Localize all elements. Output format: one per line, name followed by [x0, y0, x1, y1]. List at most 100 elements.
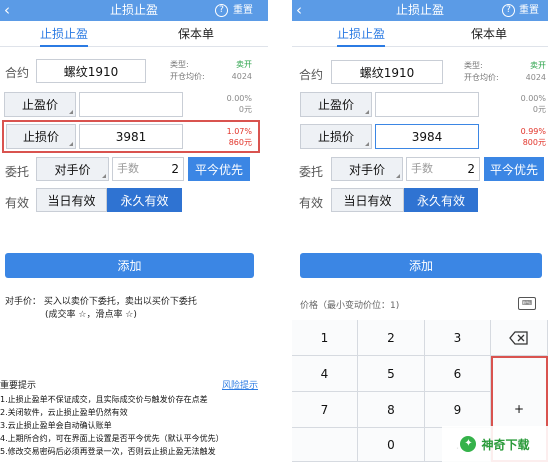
take-profit-label: 止盈价	[21, 98, 58, 112]
keyboard-icon[interactable]: ⌨	[518, 297, 536, 310]
contract-label: 合约	[5, 66, 30, 80]
key-7[interactable]: 7	[292, 392, 358, 428]
watermark-logo-icon: ✦	[460, 436, 477, 452]
take-profit-value	[80, 93, 182, 116]
quantity-value: 2	[171, 162, 179, 176]
quantity-input[interactable]: 手数 2	[406, 157, 480, 181]
entrust-price-label: 对手价	[348, 162, 385, 177]
type-label: 类型:	[464, 61, 483, 70]
quantity-placeholder: 手数	[411, 162, 433, 175]
tab-bar: 止损止盈 保本单	[292, 21, 548, 47]
valid-label: 有效	[299, 196, 324, 210]
type-label: 类型:	[170, 60, 189, 69]
stop-loss-amt: 860元	[228, 138, 252, 147]
stop-loss-button[interactable]: 止损价	[6, 124, 76, 149]
entrust-price-label: 对手价	[54, 162, 91, 177]
help-icon[interactable]: ?	[215, 4, 228, 17]
nav-bar: ‹ 止损止盈 ? 重置	[292, 0, 548, 21]
risk-tips-link[interactable]: 风险提示	[222, 380, 258, 392]
corner-indicator-icon	[69, 110, 73, 114]
type-value: 卖开	[530, 61, 546, 70]
tab-stop-loss-profit[interactable]: 止损止盈	[337, 21, 386, 47]
take-profit-amt: 0元	[238, 105, 252, 114]
contract-field[interactable]: 螺纹1910	[36, 59, 146, 83]
entrust-price-button[interactable]: 对手价	[331, 157, 403, 181]
corner-indicator-icon	[102, 174, 106, 178]
corner-indicator-icon	[396, 174, 400, 178]
key-blank[interactable]	[292, 428, 358, 462]
corner-indicator-icon	[69, 142, 73, 146]
right-screen: ‹ 止损止盈 ? 重置 止损止盈 保本单 合约 螺纹1910 类型: 开仓均价:…	[292, 0, 548, 462]
valid-forever-button[interactable]: 永久有效	[404, 188, 478, 212]
key-0[interactable]: 0	[358, 428, 425, 462]
rule-item: 1.止损止盈单不保证成交，且实际成交价与触发价存在点差	[0, 395, 208, 404]
contract-field[interactable]: 螺纹1910	[331, 60, 443, 84]
tab-stop-loss-profit[interactable]: 止损止盈	[40, 21, 89, 47]
take-profit-pct: 0.00%	[226, 94, 252, 103]
take-profit-button[interactable]: 止盈价	[4, 92, 76, 117]
stop-loss-button[interactable]: 止损价	[300, 124, 372, 149]
reset-button[interactable]: 重置	[519, 0, 539, 21]
open-avg-label: 开仓均价:	[464, 73, 499, 82]
quantity-placeholder: 手数	[117, 162, 139, 175]
tab-breakeven[interactable]: 保本单	[471, 21, 507, 47]
stop-loss-pct: 0.99%	[520, 127, 546, 136]
open-avg-value: 4024	[525, 73, 546, 82]
stop-loss-amt: 800元	[522, 138, 546, 147]
help-icon[interactable]: ?	[502, 4, 515, 17]
backspace-icon	[509, 330, 528, 345]
stop-loss-input[interactable]: 3981	[79, 124, 183, 149]
key-9[interactable]: 9	[425, 392, 491, 428]
take-profit-pct: 0.00%	[520, 94, 546, 103]
take-profit-input[interactable]	[375, 92, 479, 117]
backspace-key[interactable]	[491, 320, 548, 356]
entrust-label: 委托	[299, 165, 324, 179]
stop-loss-label: 止损价	[22, 130, 59, 144]
keypad-hint: 价格（最小变动价位：1)	[300, 301, 400, 311]
stop-loss-value: 3984	[411, 129, 443, 144]
key-1[interactable]: 1	[292, 320, 358, 356]
key-4[interactable]: 4	[292, 356, 358, 392]
corner-indicator-icon	[365, 142, 369, 146]
take-profit-input[interactable]	[79, 92, 183, 117]
entrust-price-button[interactable]: 对手价	[36, 157, 109, 181]
open-avg-value: 4024	[231, 72, 252, 81]
entrust-label: 委托	[5, 165, 30, 179]
tab-breakeven[interactable]: 保本单	[178, 21, 214, 47]
tab-bar: 止损止盈 保本单	[0, 21, 268, 47]
contract-label: 合约	[299, 68, 324, 82]
close-today-priority-button[interactable]: 平今优先	[484, 157, 544, 181]
valid-forever-button[interactable]: 永久有效	[107, 188, 182, 212]
key-2[interactable]: 2	[358, 320, 425, 356]
left-screen: ‹ 止损止盈 ? 重置 止损止盈 保本单 合约 螺纹1910 类型: 开仓均价:…	[0, 0, 268, 462]
take-profit-amt: 0元	[532, 105, 546, 114]
valid-label: 有效	[5, 196, 30, 210]
stop-loss-input[interactable]: 3984	[375, 124, 479, 149]
rule-item: 3.云止损止盈单会自动确认账单	[0, 421, 112, 430]
key-3[interactable]: 3	[425, 320, 491, 356]
add-button[interactable]: 添加	[5, 253, 254, 278]
nav-bar: ‹ 止损止盈 ? 重置	[0, 0, 268, 21]
open-avg-label: 开仓均价:	[170, 72, 205, 81]
valid-today-button[interactable]: 当日有效	[36, 188, 107, 212]
reset-button[interactable]: 重置	[233, 0, 253, 21]
key-5[interactable]: 5	[358, 356, 425, 392]
quantity-value: 2	[467, 162, 475, 176]
take-profit-button[interactable]: 止盈价	[300, 92, 372, 117]
rule-item: 2.关闭软件，云止损止盈单仍然有效	[0, 408, 128, 417]
key-6[interactable]: 6	[425, 356, 491, 392]
watermark: ✦ 神奇下载	[442, 426, 548, 462]
key-8[interactable]: 8	[358, 392, 425, 428]
rule-item: 4.上期所合约，可在界面上设置是否平今优先（默认平今优先）	[0, 434, 224, 443]
stop-loss-value: 3981	[115, 129, 147, 144]
stop-loss-pct: 1.07%	[226, 127, 252, 136]
contract-value: 螺纹1910	[359, 65, 415, 80]
valid-today-button[interactable]: 当日有效	[331, 188, 404, 212]
contract-value: 螺纹1910	[63, 64, 119, 79]
stop-loss-label: 止损价	[317, 130, 354, 144]
corner-indicator-icon	[365, 110, 369, 114]
add-button[interactable]: 添加	[300, 253, 542, 278]
quantity-input[interactable]: 手数 2	[112, 157, 184, 181]
take-profit-label: 止盈价	[317, 98, 354, 112]
close-today-priority-button[interactable]: 平今优先	[188, 157, 250, 181]
